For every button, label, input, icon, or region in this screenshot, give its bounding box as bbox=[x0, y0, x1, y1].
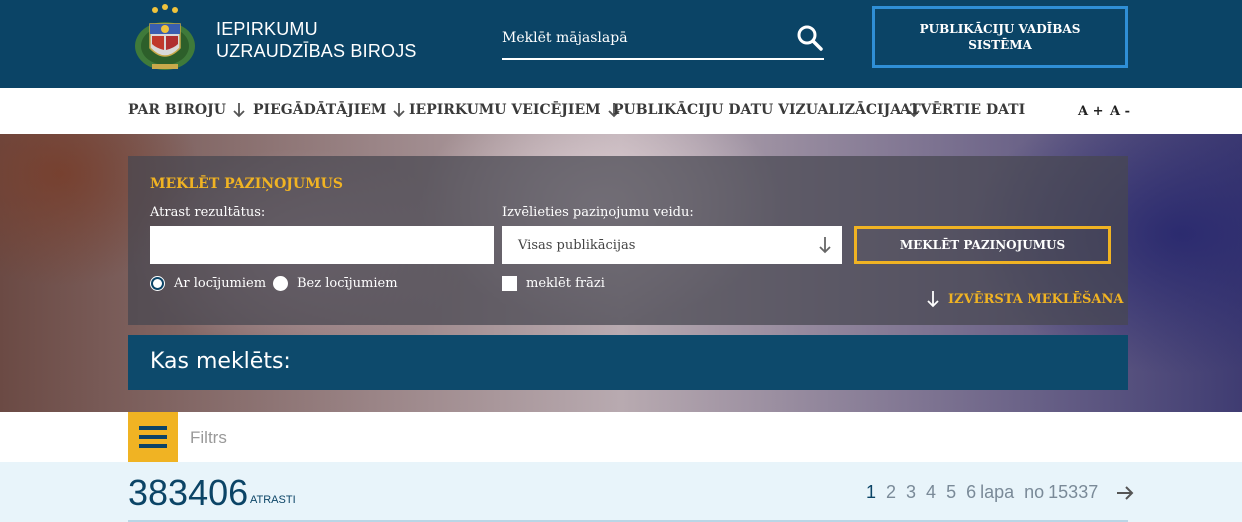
font-decrease-button[interactable]: A - bbox=[1110, 104, 1130, 119]
org-name-line1: IEPIRKUMU bbox=[216, 19, 318, 39]
main-nav: PAR BIROJU PIEGĀDĀTĀJIEM IEPIRKUMU VEICĒ… bbox=[0, 88, 1242, 134]
filter-row: Filtrs bbox=[0, 412, 1242, 462]
nav-item-label: PAR BIROJU bbox=[128, 102, 226, 118]
nav-item-label: IEPIRKUMU VEICĒJIEM bbox=[409, 102, 601, 118]
search-notices-button[interactable]: MEKLĒT PAZIŅOJUMUS bbox=[854, 226, 1111, 264]
results-bar: 383406 ATRASTI 1 2 3 4 5 6 lapa no 15337 bbox=[0, 462, 1242, 522]
total-pages: 15337 bbox=[1048, 482, 1099, 502]
hamburger-menu-icon[interactable] bbox=[128, 412, 178, 462]
page-link[interactable]: 4 bbox=[926, 482, 936, 503]
page-link[interactable]: 5 bbox=[946, 482, 956, 503]
arrow-down-icon bbox=[233, 103, 245, 118]
searched-label: Kas meklēts: bbox=[150, 349, 291, 374]
page-link[interactable]: 3 bbox=[906, 482, 916, 503]
radio-label: Ar locījumiem bbox=[174, 276, 267, 291]
nav-item-datu-vizualizacija[interactable]: PUBLIKĀCIJU DATU VIZUALIZĀCIJA bbox=[613, 102, 921, 118]
arrow-down-icon bbox=[393, 103, 406, 118]
page-link[interactable]: 2 bbox=[886, 482, 896, 503]
checkbox-icon bbox=[502, 276, 517, 291]
panel-title: MEKLĒT PAZIŅOJUMUS bbox=[150, 176, 343, 192]
publication-system-button[interactable]: PUBLIKĀCIJU VADĪBAS SISTĒMA bbox=[872, 6, 1128, 68]
results-count: 383406 bbox=[128, 472, 249, 513]
nav-item-label: PIEGĀDĀTĀJIEM bbox=[253, 102, 387, 118]
org-name-line2: UZRAUDZĪBAS BIROJS bbox=[216, 41, 417, 61]
arrow-right-icon[interactable] bbox=[1116, 485, 1134, 501]
page-link[interactable]: 6 bbox=[966, 482, 976, 503]
query-input[interactable] bbox=[150, 226, 494, 264]
coat-of-arms-icon[interactable] bbox=[128, 2, 202, 74]
org-name[interactable]: IEPIRKUMU UZRAUDZĪBAS BIROJS bbox=[216, 18, 417, 62]
radio-with-inflections[interactable]: Ar locījumiem bbox=[150, 276, 266, 291]
notice-type-select[interactable]: Visas publikācijas bbox=[502, 226, 842, 264]
type-label: Izvēlieties paziņojumu veidu: bbox=[502, 205, 694, 220]
radio-unselected-icon bbox=[273, 276, 288, 291]
pagination: 1 2 3 4 5 6 lapa no 15337 bbox=[866, 482, 1134, 503]
advanced-search-link[interactable]: IZVĒRSTA MEKLĒŠANA bbox=[926, 290, 1123, 308]
search-icon[interactable] bbox=[796, 24, 824, 52]
nav-item-atvertie-dati[interactable]: ATVĒRTIE DATI bbox=[900, 102, 1025, 118]
query-label: Atrast rezultātus: bbox=[150, 205, 266, 220]
results-count-label: ATRASTI bbox=[250, 494, 296, 506]
nav-item-par-biroju[interactable]: PAR BIROJU bbox=[128, 102, 246, 118]
radio-label: Bez locījumiem bbox=[297, 276, 398, 291]
site-header: IEPIRKUMU UZRAUDZĪBAS BIROJS PUBLIKĀCIJU… bbox=[0, 0, 1242, 88]
advanced-search-label: IZVĒRSTA MEKLĒŠANA bbox=[948, 291, 1124, 307]
hero-banner: MEKLĒT PAZIŅOJUMUS Atrast rezultātus: Iz… bbox=[0, 134, 1242, 412]
page-word: lapa bbox=[980, 482, 1015, 502]
nav-item-label: PUBLIKĀCIJU DATU VIZUALIZĀCIJA bbox=[613, 102, 902, 118]
notice-search-panel: MEKLĒT PAZIŅOJUMUS Atrast rezultātus: Iz… bbox=[128, 156, 1128, 325]
of-word: no bbox=[1024, 482, 1045, 502]
nav-item-label: ATVĒRTIE DATI bbox=[900, 102, 1026, 118]
radio-without-inflections[interactable]: Bez locījumiem bbox=[273, 276, 398, 291]
page-link-current[interactable]: 1 bbox=[866, 482, 876, 503]
site-search-input[interactable] bbox=[502, 26, 782, 50]
checkbox-label: meklēt frāzi bbox=[526, 276, 605, 291]
phrase-checkbox[interactable]: meklēt frāzi bbox=[502, 276, 605, 291]
arrow-down-icon bbox=[927, 291, 939, 308]
radio-selected-icon bbox=[150, 276, 165, 291]
site-search bbox=[502, 20, 824, 60]
filter-label[interactable]: Filtrs bbox=[190, 428, 227, 448]
font-increase-button[interactable]: A + bbox=[1078, 104, 1104, 119]
nav-item-iepirkumu-veicejiem[interactable]: IEPIRKUMU VEICĒJIEM bbox=[409, 102, 621, 118]
notice-type-value: Visas publikācijas bbox=[518, 238, 636, 253]
nav-item-piegadatajiem[interactable]: PIEGĀDĀTĀJIEM bbox=[253, 102, 406, 118]
searched-summary-bar: Kas meklēts: bbox=[128, 335, 1128, 390]
chevron-down-icon bbox=[819, 237, 831, 254]
